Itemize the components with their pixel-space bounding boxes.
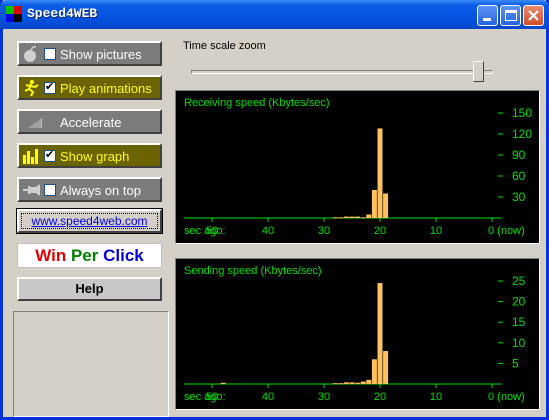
y-tick-label: 25 (512, 274, 526, 288)
x-tick-label: 50 (206, 225, 218, 237)
data-bar (377, 283, 383, 384)
data-bar (383, 351, 389, 384)
win-per-click-banner[interactable]: Win Per Click (17, 243, 162, 268)
show-pictures-label: Show pictures (60, 47, 142, 62)
y-tick-label: 60 (512, 169, 526, 183)
data-bar (371, 359, 377, 384)
close-button[interactable] (523, 5, 544, 26)
y-tick-label: 5 (512, 356, 519, 370)
data-bar (360, 217, 366, 219)
sending-speed-chart: Sending speed (Kbytes/sec) 25 20 15 10 5 sec a… (184, 265, 526, 403)
data-bar (349, 216, 355, 218)
y-tick-label: 10 (512, 336, 526, 350)
show-graph-label: Show graph (60, 149, 130, 164)
data-bar (366, 379, 372, 384)
sending-speed-graph: Sending speed (Kbytes/sec) 25 20 15 10 5 sec a… (175, 258, 540, 410)
data-bar (355, 382, 361, 384)
play-animations-checkbox[interactable]: ✔ (44, 80, 56, 94)
info-box (13, 311, 169, 417)
x-tick-label: 0 (now) (488, 225, 525, 237)
y-tick-label: 15 (512, 315, 526, 329)
show-graph-button[interactable]: ✔ Show graph (17, 143, 162, 168)
always-on-top-label: Always on top (60, 183, 141, 198)
always-on-top-button[interactable]: Always on top (17, 177, 162, 202)
pin-icon (23, 184, 40, 196)
data-bar (371, 190, 377, 218)
running-man-icon (24, 79, 39, 97)
accelerate-button[interactable]: Accelerate (17, 109, 162, 134)
click-text: Click (103, 246, 144, 265)
data-bar (220, 382, 226, 384)
bar-graph-icon (23, 149, 38, 164)
app-icon (6, 6, 22, 22)
x-axis-label: sec ago: (184, 225, 226, 237)
window-title: Speed4WEB (27, 6, 98, 21)
y-tick-label: 20 (512, 295, 526, 309)
x-tick-label: 10 (430, 225, 442, 237)
website-link-button[interactable]: www.speed4web.com (16, 208, 163, 234)
website-link[interactable]: www.speed4web.com (21, 213, 158, 229)
options-panel: Show pictures ✔ Play animations Accelera… (3, 29, 173, 417)
maximize-icon (505, 10, 517, 21)
y-tick-label: 30 (512, 190, 526, 204)
per-text: Per (70, 246, 99, 265)
data-bar (343, 216, 349, 218)
minimize-button[interactable] (477, 5, 498, 26)
data-bar (360, 381, 366, 384)
x-tick-label: 30 (318, 391, 330, 403)
data-bar (338, 383, 344, 385)
x-tick-label: 50 (206, 391, 218, 403)
x-tick-label: 10 (430, 391, 442, 403)
data-bar (332, 383, 338, 385)
y-tick-label: 150 (512, 106, 532, 120)
zoom-slider-track[interactable] (191, 70, 493, 74)
zoom-label: Time scale zoom (183, 40, 266, 52)
data-bar (366, 214, 372, 218)
play-animations-label: Play animations (60, 81, 152, 96)
receiving-speed-chart: Receiving speed (Kbytes/sec) 150 120 90 60 30… (184, 97, 532, 237)
show-pictures-button[interactable]: Show pictures (17, 41, 162, 66)
close-icon (528, 10, 539, 21)
app-window: Speed4WEB Show pictures ✔ Play animation… (0, 0, 549, 420)
data-bar (383, 193, 389, 218)
zoom-slider-thumb[interactable] (473, 61, 485, 82)
x-tick-label: 20 (374, 225, 386, 237)
data-bar (338, 217, 344, 219)
title-bar[interactable]: Speed4WEB (0, 0, 549, 29)
data-bar (377, 128, 383, 218)
x-tick-label: 20 (374, 391, 386, 403)
apple-icon (24, 46, 37, 62)
y-tick-label: 120 (512, 127, 532, 141)
data-bar (349, 382, 355, 384)
data-bar (343, 382, 349, 384)
ramp-icon (28, 118, 42, 128)
show-pictures-checkbox[interactable] (44, 48, 56, 60)
x-tick-label: 0 (now) (488, 391, 525, 403)
x-tick-label: 30 (318, 225, 330, 237)
show-graph-checkbox[interactable]: ✔ (44, 148, 56, 162)
receiving-speed-graph: Receiving speed (Kbytes/sec) 150 120 90 60 30… (175, 90, 540, 244)
minimize-icon (483, 18, 491, 21)
data-bar (355, 216, 361, 218)
accelerate-label: Accelerate (60, 115, 122, 130)
maximize-button[interactable] (500, 5, 521, 26)
always-on-top-checkbox[interactable] (44, 184, 56, 196)
graph-title: Receiving speed (Kbytes/sec) (184, 97, 330, 109)
y-tick-label: 90 (512, 148, 526, 162)
data-bar (332, 217, 338, 219)
x-axis-label: sec ago: (184, 391, 226, 403)
play-animations-button[interactable]: ✔ Play animations (17, 75, 162, 100)
help-button[interactable]: Help (17, 277, 162, 301)
graph-title: Sending speed (Kbytes/sec) (184, 265, 322, 277)
x-tick-label: 40 (262, 225, 274, 237)
win-text: Win (35, 246, 67, 265)
x-tick-label: 40 (262, 391, 274, 403)
